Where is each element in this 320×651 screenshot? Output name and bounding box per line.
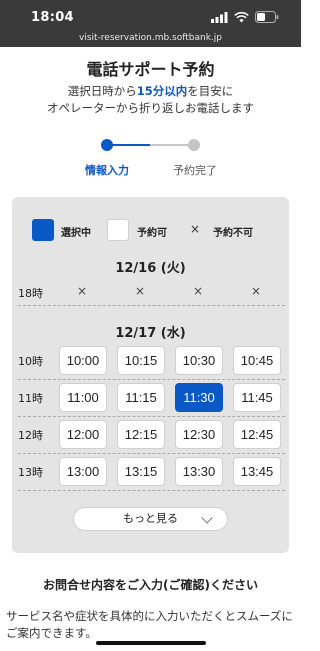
battery-icon (255, 11, 279, 23)
inquiry-description: サービス名や症状を具体的に入力いただくとスムーズにご案内できます。 (6, 609, 293, 640)
date-label: 12/16 (火) (115, 261, 186, 276)
page-title: 電話サポート予約 (86, 60, 215, 79)
show-more-label: もっと見る (123, 512, 178, 525)
time-slot[interactable]: 13:30 (175, 457, 223, 486)
date-label: 12/17 (水) (115, 326, 186, 341)
time-row: 11時 11:00 11:15 11:30 11:45 (12, 382, 289, 419)
row-divider (18, 305, 285, 306)
subtitle-highlight: 15分以内 (136, 84, 188, 98)
legend-available-swatch (107, 219, 129, 241)
legend-unavailable-mark: × (190, 222, 201, 236)
legend-available-label: 予約可 (137, 228, 167, 239)
inquiry-heading: お問合せ内容をご入力(ご確認)ください (43, 578, 258, 592)
row-divider (18, 379, 285, 380)
row-divider (18, 453, 285, 454)
time-slot[interactable]: 11:00 (59, 383, 107, 412)
time-slot[interactable]: 11:15 (117, 383, 165, 412)
time-slot[interactable]: 10:45 (233, 346, 281, 375)
time-row: 12時 12:00 12:15 12:30 12:45 (12, 419, 289, 456)
signal-icon (211, 11, 228, 23)
status-icons (211, 11, 279, 23)
time-slot[interactable]: 10:30 (175, 346, 223, 375)
time-row: 18時 × × × × (12, 281, 289, 318)
time-slot[interactable]: 12:30 (175, 420, 223, 449)
time-slot[interactable]: 12:00 (59, 420, 107, 449)
time-slot[interactable]: 12:15 (117, 420, 165, 449)
row-divider (18, 490, 285, 491)
time-slot[interactable]: 13:15 (117, 457, 165, 486)
wifi-icon (234, 11, 249, 22)
url-bar[interactable]: visit-reservation.mb.softbank.jp (0, 33, 301, 47)
subtitle-line-1: 選択日時から15分以内を目安に (67, 84, 234, 98)
time-slot[interactable]: 10:00 (59, 346, 107, 375)
legend-unavailable-label: 予約不可 (213, 228, 253, 239)
unavailable-mark: × (134, 284, 146, 298)
home-indicator (96, 641, 206, 645)
time-slot[interactable]: 10:15 (117, 346, 165, 375)
status-time: 18:04 (31, 10, 74, 25)
time-row: 13時 13:00 13:15 13:30 13:45 (12, 456, 289, 493)
time-slot[interactable]: 12:45 (233, 420, 281, 449)
unavailable-mark: × (250, 284, 262, 298)
unavailable-mark: × (192, 284, 204, 298)
page-subtitle: 選択日時から15分以内を目安に オペレーターから折り返しお電話します (0, 83, 301, 117)
time-slot-selected[interactable]: 11:30 (175, 383, 223, 412)
step-label-input: 情報入力 (85, 164, 129, 177)
reservation-panel: 選択中 予約可 × 予約不可 12/16 (火) 18時 × × × × 12/… (12, 197, 289, 553)
subtitle-line-2: オペレーターから折り返しお電話します (47, 101, 254, 115)
time-slot[interactable]: 13:00 (59, 457, 107, 486)
legend-selected-label: 選択中 (61, 228, 91, 239)
time-slot[interactable]: 13:45 (233, 457, 281, 486)
step-dot-next (188, 139, 200, 151)
hour-label: 13時 (18, 466, 43, 479)
step-dot-current (101, 139, 113, 151)
chevron-down-icon (201, 512, 213, 524)
time-slot[interactable]: 11:45 (233, 383, 281, 412)
step-indicator: 情報入力 予約完了 (0, 138, 301, 178)
unavailable-mark: × (76, 284, 88, 298)
status-bar: 18:04 (0, 0, 301, 33)
row-divider (18, 416, 285, 417)
show-more-button[interactable]: もっと見る (73, 507, 228, 531)
hour-label: 11時 (18, 392, 43, 405)
legend-selected-swatch (32, 219, 54, 241)
hour-label: 18時 (18, 287, 43, 300)
hour-label: 10時 (18, 355, 43, 368)
hour-label: 12時 (18, 429, 43, 442)
time-row: 10時 10:00 10:15 10:30 10:45 (12, 345, 289, 382)
step-label-complete: 予約完了 (173, 164, 217, 177)
